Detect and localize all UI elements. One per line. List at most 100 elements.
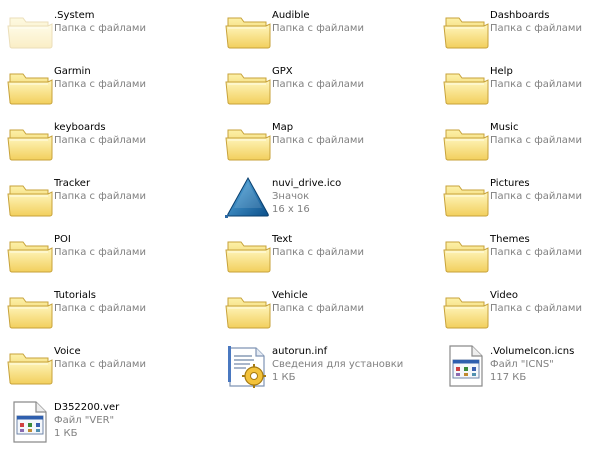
file-item[interactable]: Text Папка с файлами xyxy=(224,230,424,280)
item-name: .System xyxy=(54,10,95,21)
garmin-triangle-icon xyxy=(224,174,272,222)
item-name: Garmin xyxy=(54,66,91,77)
folder-icon xyxy=(224,62,272,110)
file-item[interactable]: Audible Папка с файлами xyxy=(224,6,424,56)
item-name: Tutorials xyxy=(54,290,96,301)
item-name: Music xyxy=(490,122,519,133)
item-label: keyboards Папка с файлами xyxy=(54,121,146,147)
item-detail: Папка с файлами xyxy=(272,23,364,34)
item-detail: Папка с файлами xyxy=(54,23,146,34)
item-name: Themes xyxy=(490,234,530,245)
generic-file-icon xyxy=(442,342,490,390)
item-name: Tracker xyxy=(54,178,91,189)
file-item[interactable]: Video Папка с файлами xyxy=(442,286,614,336)
item-label: autorun.inf Сведения для установки 1 КБ xyxy=(272,345,403,384)
item-label: Voice Папка с файлами xyxy=(54,345,146,371)
file-item[interactable]: Tutorials Папка с файлами xyxy=(6,286,206,336)
item-name: autorun.inf xyxy=(272,346,328,357)
file-item[interactable]: autorun.inf Сведения для установки 1 КБ xyxy=(224,342,424,392)
item-name: Vehicle xyxy=(272,290,308,301)
item-name: Text xyxy=(272,234,293,245)
file-list-view: .System Папка с файлами Audible Папка с фа… xyxy=(0,0,614,450)
file-item[interactable]: POI Папка с файлами xyxy=(6,230,206,280)
item-detail: 1 КБ xyxy=(54,428,78,439)
folder-icon xyxy=(224,286,272,334)
folder-icon xyxy=(442,174,490,222)
item-name: D352200.ver xyxy=(54,402,120,413)
item-label: .System Папка с файлами xyxy=(54,9,146,35)
item-label: Audible Папка с файлами xyxy=(272,9,364,35)
item-name: POI xyxy=(54,234,71,245)
file-item[interactable]: .System Папка с файлами xyxy=(6,6,206,56)
file-item[interactable]: Help Папка с файлами xyxy=(442,62,614,112)
item-label: Text Папка с файлами xyxy=(272,233,364,259)
item-label: Vehicle Папка с файлами xyxy=(272,289,364,315)
generic-file-icon xyxy=(6,398,54,446)
folder-icon xyxy=(442,6,490,54)
file-item[interactable]: GPX Папка с файлами xyxy=(224,62,424,112)
item-label: D352200.ver Файл "VER" 1 КБ xyxy=(54,401,119,440)
file-item[interactable]: .VolumeIcon.icns Файл "ICNS" 117 КБ xyxy=(442,342,614,392)
file-item[interactable]: Map Папка с файлами xyxy=(224,118,424,168)
folder-icon xyxy=(6,62,54,110)
item-detail: Папка с файлами xyxy=(54,79,146,90)
item-detail: Папка с файлами xyxy=(272,79,364,90)
folder-icon xyxy=(6,6,54,54)
file-item[interactable]: Garmin Папка с файлами xyxy=(6,62,206,112)
item-detail: Папка с файлами xyxy=(490,303,582,314)
item-detail: 1 КБ xyxy=(272,372,296,383)
file-item[interactable]: Music Папка с файлами xyxy=(442,118,614,168)
file-item[interactable]: Dashboards Папка с файлами xyxy=(442,6,614,56)
file-item[interactable]: Voice Папка с файлами xyxy=(6,342,206,392)
folder-icon xyxy=(442,230,490,278)
folder-icon xyxy=(442,118,490,166)
file-item[interactable]: Themes Папка с файлами xyxy=(442,230,614,280)
item-label: Dashboards Папка с файлами xyxy=(490,9,582,35)
item-detail: 16 x 16 xyxy=(272,204,310,215)
file-item[interactable]: nuvi_drive.ico Значок 16 x 16 xyxy=(224,174,424,224)
item-label: Video Папка с файлами xyxy=(490,289,582,315)
file-item[interactable]: Pictures Папка с файлами xyxy=(442,174,614,224)
file-item[interactable]: Tracker Папка с файлами xyxy=(6,174,206,224)
item-detail: Папка с файлами xyxy=(490,247,582,258)
folder-icon xyxy=(442,62,490,110)
item-detail: Папка с файлами xyxy=(272,135,364,146)
item-name: Audible xyxy=(272,10,310,21)
item-name: Help xyxy=(490,66,513,77)
setup-info-icon xyxy=(224,342,272,390)
item-label: Help Папка с файлами xyxy=(490,65,582,91)
item-detail: Папка с файлами xyxy=(490,135,582,146)
folder-icon xyxy=(6,174,54,222)
file-item[interactable]: keyboards Папка с файлами xyxy=(6,118,206,168)
item-label: Music Папка с файлами xyxy=(490,121,582,147)
item-detail: Папка с файлами xyxy=(54,303,146,314)
folder-icon xyxy=(6,118,54,166)
item-detail: Папка с файлами xyxy=(272,247,364,258)
item-detail: Папка с файлами xyxy=(54,247,146,258)
item-name: Video xyxy=(490,290,519,301)
item-name: keyboards xyxy=(54,122,106,133)
item-detail: Папка с файлами xyxy=(490,23,582,34)
item-detail: 117 КБ xyxy=(490,372,527,383)
item-detail: Папка с файлами xyxy=(54,191,146,202)
item-label: Tracker Папка с файлами xyxy=(54,177,146,203)
folder-icon xyxy=(6,342,54,390)
folder-icon xyxy=(224,6,272,54)
item-label: Map Папка с файлами xyxy=(272,121,364,147)
item-name: .VolumeIcon.icns xyxy=(490,346,575,357)
item-name: Pictures xyxy=(490,178,530,189)
item-detail: Сведения для установки xyxy=(272,359,404,370)
item-detail: Папка с файлами xyxy=(272,303,364,314)
file-item[interactable]: D352200.ver Файл "VER" 1 КБ xyxy=(6,398,206,448)
item-name: nuvi_drive.ico xyxy=(272,178,342,189)
folder-icon xyxy=(224,118,272,166)
folder-icon xyxy=(442,286,490,334)
item-detail: Файл "ICNS" xyxy=(490,359,554,370)
folder-icon xyxy=(6,230,54,278)
item-detail: Папка с файлами xyxy=(490,79,582,90)
item-label: Garmin Папка с файлами xyxy=(54,65,146,91)
item-name: Map xyxy=(272,122,294,133)
item-name: Dashboards xyxy=(490,10,550,21)
item-name: GPX xyxy=(272,66,293,77)
file-item[interactable]: Vehicle Папка с файлами xyxy=(224,286,424,336)
